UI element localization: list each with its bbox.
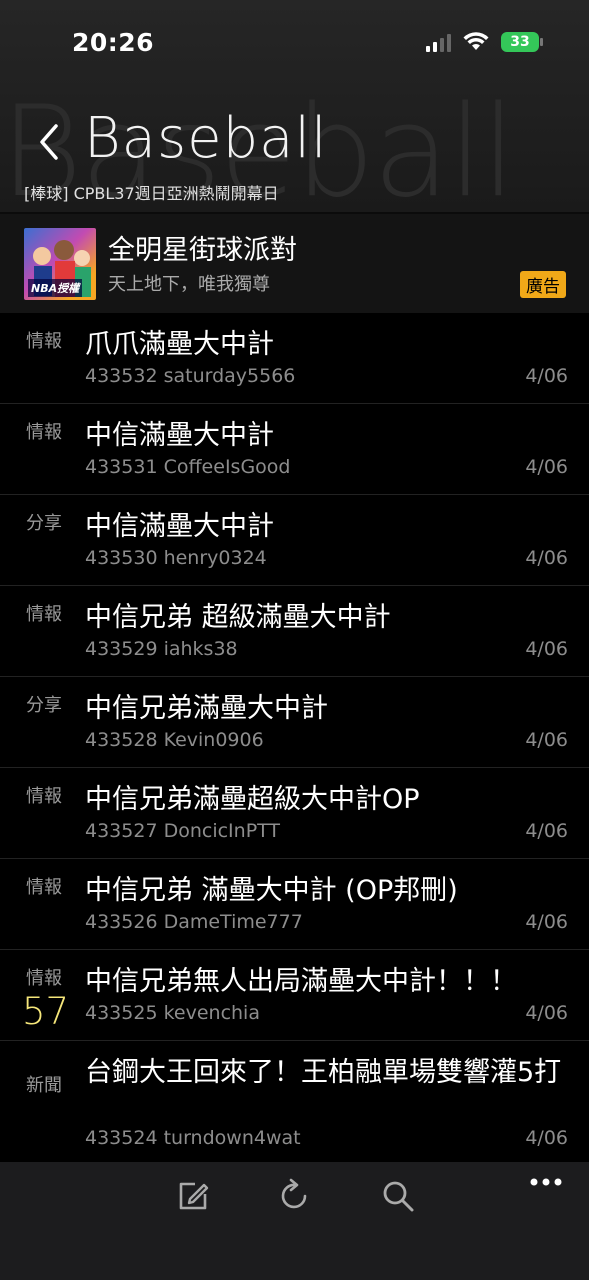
post-meta: 433530 henry0324 bbox=[85, 547, 267, 569]
board-header: 20:26 33 Baseball Baseball [棒球] CPBL37週日… bbox=[0, 0, 589, 214]
ad-thumbnail: NBA授權 bbox=[24, 228, 96, 300]
post-id: 433526 bbox=[85, 911, 158, 933]
post-date: 4/06 bbox=[525, 1127, 568, 1149]
ad-thumb-badge: NBA授權 bbox=[28, 279, 83, 297]
post-id: 433524 bbox=[85, 1127, 158, 1149]
ad-tag: 廣告 bbox=[520, 271, 566, 298]
post-list: 情報 爪爪滿壘大中計 433532 saturday5566 4/06 情報 中… bbox=[0, 313, 589, 1160]
post-id: 433527 bbox=[85, 820, 158, 842]
post-title: 中信兄弟滿壘超級大中計OP bbox=[85, 784, 420, 815]
post-date: 4/06 bbox=[525, 638, 568, 660]
post-category: 分享 bbox=[26, 513, 62, 534]
post-title: 中信滿壘大中計 bbox=[85, 511, 274, 542]
post-title: 台鋼大王回來了！王柏融單場雙響灌5打 bbox=[85, 1057, 562, 1088]
post-meta: 433526 DameTime777 bbox=[85, 911, 303, 933]
post-meta: 433524 turndown4wat bbox=[85, 1127, 301, 1149]
post-author: DameTime777 bbox=[163, 911, 303, 933]
post-row[interactable]: 分享 中信兄弟滿壘大中計 433528 Kevin0906 4/06 bbox=[0, 677, 589, 768]
post-author: iahks38 bbox=[163, 638, 238, 660]
ad-banner[interactable]: NBA授權 全明星街球派對 天上地下，唯我獨尊 廣告 bbox=[0, 214, 589, 313]
push-count: 57 bbox=[22, 990, 70, 1033]
wifi-icon bbox=[463, 32, 489, 50]
post-category: 分享 bbox=[26, 695, 62, 716]
refresh-icon[interactable] bbox=[277, 1178, 313, 1214]
post-author: henry0324 bbox=[163, 547, 267, 569]
post-row[interactable]: 情報 中信兄弟 滿壘大中計 (OP邦刪) 433526 DameTime777 … bbox=[0, 859, 589, 950]
post-meta: 433529 iahks38 bbox=[85, 638, 238, 660]
post-meta: 433525 kevenchia bbox=[85, 1002, 260, 1024]
back-chevron-icon[interactable] bbox=[36, 122, 62, 162]
post-title: 中信兄弟無人出局滿壘大中計！！！ bbox=[85, 966, 517, 997]
post-row[interactable]: 情報 爪爪滿壘大中計 433532 saturday5566 4/06 bbox=[0, 313, 589, 404]
post-id: 433525 bbox=[85, 1002, 158, 1024]
post-date: 4/06 bbox=[525, 1002, 568, 1024]
post-row[interactable]: 分享 中信滿壘大中計 433530 henry0324 4/06 bbox=[0, 495, 589, 586]
post-date: 4/06 bbox=[525, 911, 568, 933]
post-date: 4/06 bbox=[525, 456, 568, 478]
ad-title: 全明星街球派對 bbox=[108, 235, 297, 266]
post-title: 中信滿壘大中計 bbox=[85, 420, 274, 451]
post-title: 中信兄弟 超級滿壘大中計 bbox=[85, 602, 391, 633]
post-id: 433531 bbox=[85, 456, 158, 478]
post-row[interactable]: 情報 中信滿壘大中計 433531 CoffeeIsGood 4/06 bbox=[0, 404, 589, 495]
post-category: 情報 bbox=[26, 786, 62, 807]
post-meta: 433528 Kevin0906 bbox=[85, 729, 264, 751]
post-category: 情報 bbox=[26, 604, 62, 625]
cellular-signal-icon bbox=[426, 32, 451, 52]
post-row[interactable]: 情報 中信兄弟 超級滿壘大中計 433529 iahks38 4/06 bbox=[0, 586, 589, 677]
post-date: 4/06 bbox=[525, 547, 568, 569]
post-author: saturday5566 bbox=[163, 365, 296, 387]
post-title: 中信兄弟滿壘大中計 bbox=[85, 693, 328, 724]
post-category: 情報 bbox=[26, 968, 62, 989]
more-icon[interactable] bbox=[530, 1176, 562, 1188]
battery-icon: 33 bbox=[501, 32, 543, 52]
post-meta: 433531 CoffeeIsGood bbox=[85, 456, 290, 478]
post-date: 4/06 bbox=[525, 820, 568, 842]
search-icon[interactable] bbox=[380, 1178, 416, 1214]
bottom-toolbar bbox=[0, 1162, 589, 1280]
post-author: kevenchia bbox=[163, 1002, 260, 1024]
post-row[interactable]: 新聞 台鋼大王回來了！王柏融單場雙響灌5打 433524 turndown4wa… bbox=[0, 1041, 589, 1160]
compose-icon[interactable] bbox=[175, 1178, 211, 1214]
post-title: 中信兄弟 滿壘大中計 (OP邦刪) bbox=[85, 875, 458, 906]
status-time: 20:26 bbox=[72, 28, 155, 57]
post-meta: 433532 saturday5566 bbox=[85, 365, 295, 387]
post-author: CoffeeIsGood bbox=[163, 456, 291, 478]
board-title: Baseball bbox=[84, 106, 328, 171]
ad-subtitle: 天上地下，唯我獨尊 bbox=[108, 274, 270, 295]
post-date: 4/06 bbox=[525, 729, 568, 751]
post-id: 433530 bbox=[85, 547, 158, 569]
post-category: 情報 bbox=[26, 331, 62, 352]
board-subtitle: [棒球] CPBL37週日亞洲熱鬧開幕日 bbox=[24, 184, 279, 203]
status-bar-right: 33 bbox=[426, 32, 543, 52]
post-meta: 433527 DoncicInPTT bbox=[85, 820, 280, 842]
post-category: 情報 bbox=[26, 877, 62, 898]
post-row[interactable]: 情報 中信兄弟滿壘超級大中計OP 433527 DoncicInPTT 4/06 bbox=[0, 768, 589, 859]
post-author: turndown4wat bbox=[163, 1127, 301, 1149]
post-id: 433532 bbox=[85, 365, 158, 387]
post-id: 433528 bbox=[85, 729, 158, 751]
post-author: DoncicInPTT bbox=[163, 820, 281, 842]
post-author: Kevin0906 bbox=[163, 729, 264, 751]
post-date: 4/06 bbox=[525, 365, 568, 387]
post-category: 新聞 bbox=[26, 1075, 62, 1096]
post-category: 情報 bbox=[26, 422, 62, 443]
post-title: 爪爪滿壘大中計 bbox=[85, 329, 274, 360]
post-id: 433529 bbox=[85, 638, 158, 660]
post-row[interactable]: 情報 57 中信兄弟無人出局滿壘大中計！！！ 433525 kevenchia … bbox=[0, 950, 589, 1041]
